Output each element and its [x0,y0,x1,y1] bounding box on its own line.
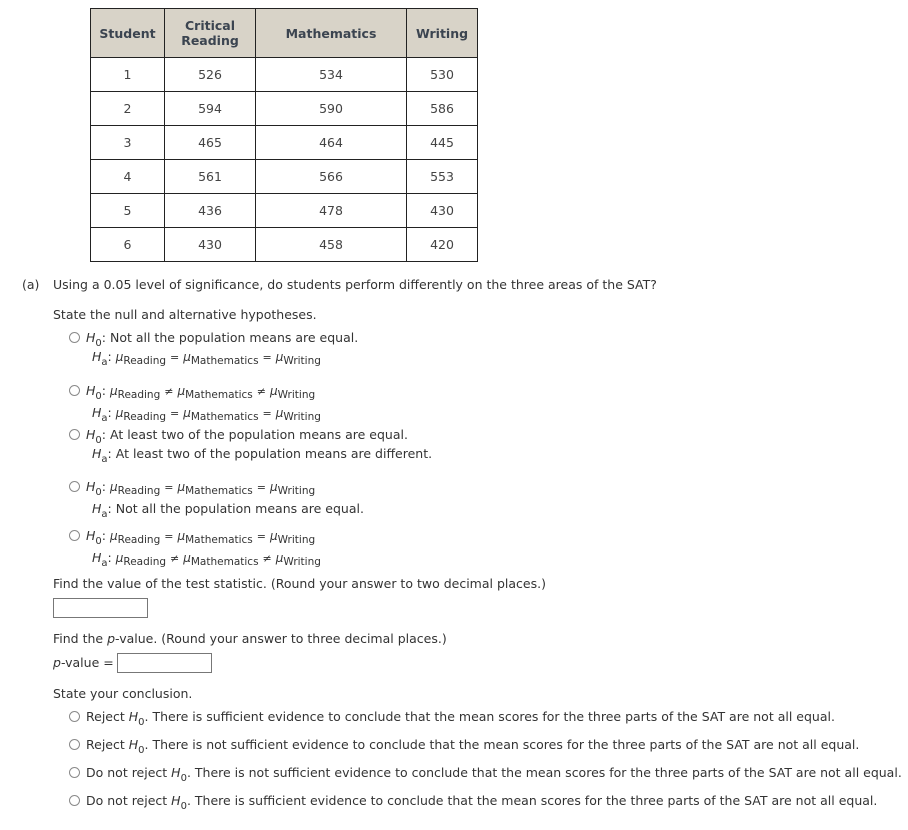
operator: = [170,351,180,364]
ha-line: Ha: μReading = μMathematics = μWriting [92,405,321,424]
radio-button[interactable] [69,795,80,806]
radio-button[interactable] [69,711,80,722]
hypothesis-option[interactable]: H0: μReading = μMathematics = μWriting Ha: μR… [69,528,321,569]
h-symbol: H [92,550,102,565]
part-a-question: (a) Using a 0.05 level of significance, d… [22,277,657,292]
h0-line: H0: Not all the population means are equ… [69,330,358,349]
radio-button[interactable] [69,739,80,750]
table-row: 1 526 534 530 [90,57,478,92]
header-critical-reading: Critical Reading [164,8,256,58]
cell-critical-reading: 436 [164,193,256,228]
radio-button[interactable] [69,332,80,343]
cell-critical-reading: 526 [164,57,256,92]
cell-mathematics: 464 [255,125,407,160]
question-text: Using a 0.05 level of significance, do s… [53,277,657,292]
cell-writing: 420 [406,227,478,262]
radio-button[interactable] [69,481,80,492]
pvalue-label: p-value = [53,655,114,670]
cell-student: 3 [90,125,165,160]
cell-mathematics: 478 [255,193,407,228]
cell-writing: 586 [406,91,478,126]
conclusion-option[interactable]: Do not reject H0. There is not sufficien… [69,765,902,784]
header-writing: Writing [406,8,478,58]
cell-writing: 530 [406,57,478,92]
ha-line: Ha: Not all the population means are equ… [92,501,364,520]
table-row: 4 561 566 553 [90,159,478,194]
cell-critical-reading: 430 [164,227,256,262]
h-symbol: H [86,330,96,345]
pvalue-prompt: Find the p-value. (Round your answer to … [53,631,447,646]
cell-mathematics: 590 [255,91,407,126]
h-symbol: H [92,446,102,461]
cell-student: 6 [90,227,165,262]
table-header-row: Student Critical Reading Mathematics Writ… [90,8,478,58]
test-statistic-input[interactable] [53,598,148,618]
operator: = [262,407,272,420]
table-row: 2 594 590 586 [90,91,478,126]
ha-line: Ha: μReading = μMathematics = μWriting [92,349,321,368]
cell-mathematics: 566 [255,159,407,194]
operator: ≠ [256,385,266,398]
sat-scores-table: Student Critical Reading Mathematics Writ… [90,8,478,262]
radio-button[interactable] [69,767,80,778]
operator: ≠ [262,552,272,565]
conclusion-option[interactable]: Reject H0. There is sufficient evidence … [69,709,835,728]
operator: = [164,481,174,494]
cell-critical-reading: 594 [164,91,256,126]
h-symbol: H [92,405,102,420]
mu-symbol: μ [109,529,118,543]
table-row: 5 436 478 430 [90,193,478,228]
operator: = [164,530,174,543]
cell-mathematics: 534 [255,57,407,92]
cell-student: 4 [90,159,165,194]
operator: ≠ [170,552,180,565]
cell-writing: 445 [406,125,478,160]
ha-line: Ha: μReading ≠ μMathematics ≠ μWriting [92,550,321,569]
table-row: 3 465 464 445 [90,125,478,160]
ha-line: Ha: At least two of the population means… [92,446,433,465]
cell-critical-reading: 465 [164,125,256,160]
h-symbol: H [92,349,102,364]
cell-student: 2 [90,91,165,126]
radio-button[interactable] [69,530,80,541]
hypotheses-prompt: State the null and alternative hypothese… [53,307,317,322]
conclusion-option[interactable]: Do not reject H0. There is sufficient ev… [69,793,877,812]
h-symbol: H [86,528,96,543]
conclusion-prompt: State your conclusion. [53,686,193,701]
h0-line: H0: At least two of the population means… [69,427,432,446]
radio-button[interactable] [69,385,80,396]
hypothesis-option[interactable]: H0: At least two of the population means… [69,427,433,465]
header-student: Student [90,8,165,58]
h0-line: H0: μReading = μMathematics = μWriting [69,479,364,498]
operator: = [256,530,266,543]
part-label: (a) [22,277,40,292]
h-symbol: H [86,427,96,442]
hypothesis-option[interactable]: H0: μReading = μMathematics = μWriting Ha: No… [69,479,364,520]
operator: = [256,481,266,494]
cell-mathematics: 458 [255,227,407,262]
operator: = [170,407,180,420]
h-symbol: H [86,479,96,494]
operator: = [262,351,272,364]
mu-symbol: μ [109,384,118,398]
operator: ≠ [164,385,174,398]
cell-writing: 553 [406,159,478,194]
cell-writing: 430 [406,193,478,228]
h-symbol: H [92,501,102,516]
header-mathematics: Mathematics [255,8,407,58]
cell-critical-reading: 561 [164,159,256,194]
table-row: 6 430 458 420 [90,227,478,262]
hypothesis-option[interactable]: H0: Not all the population means are equ… [69,330,358,368]
cell-student: 1 [90,57,165,92]
h-symbol: H [86,383,96,398]
hypothesis-option[interactable]: H0: μReading ≠ μMathematics ≠ μWriting Ha: μR… [69,383,321,424]
radio-button[interactable] [69,429,80,440]
h0-line: H0: μReading ≠ μMathematics ≠ μWriting [69,383,321,402]
cell-student: 5 [90,193,165,228]
test-statistic-prompt: Find the value of the test statistic. (R… [53,576,546,591]
mu-symbol: μ [109,480,118,494]
conclusion-option[interactable]: Reject H0. There is not sufficient evide… [69,737,859,756]
pvalue-input[interactable] [117,653,212,673]
h0-line: H0: μReading = μMathematics = μWriting [69,528,321,547]
